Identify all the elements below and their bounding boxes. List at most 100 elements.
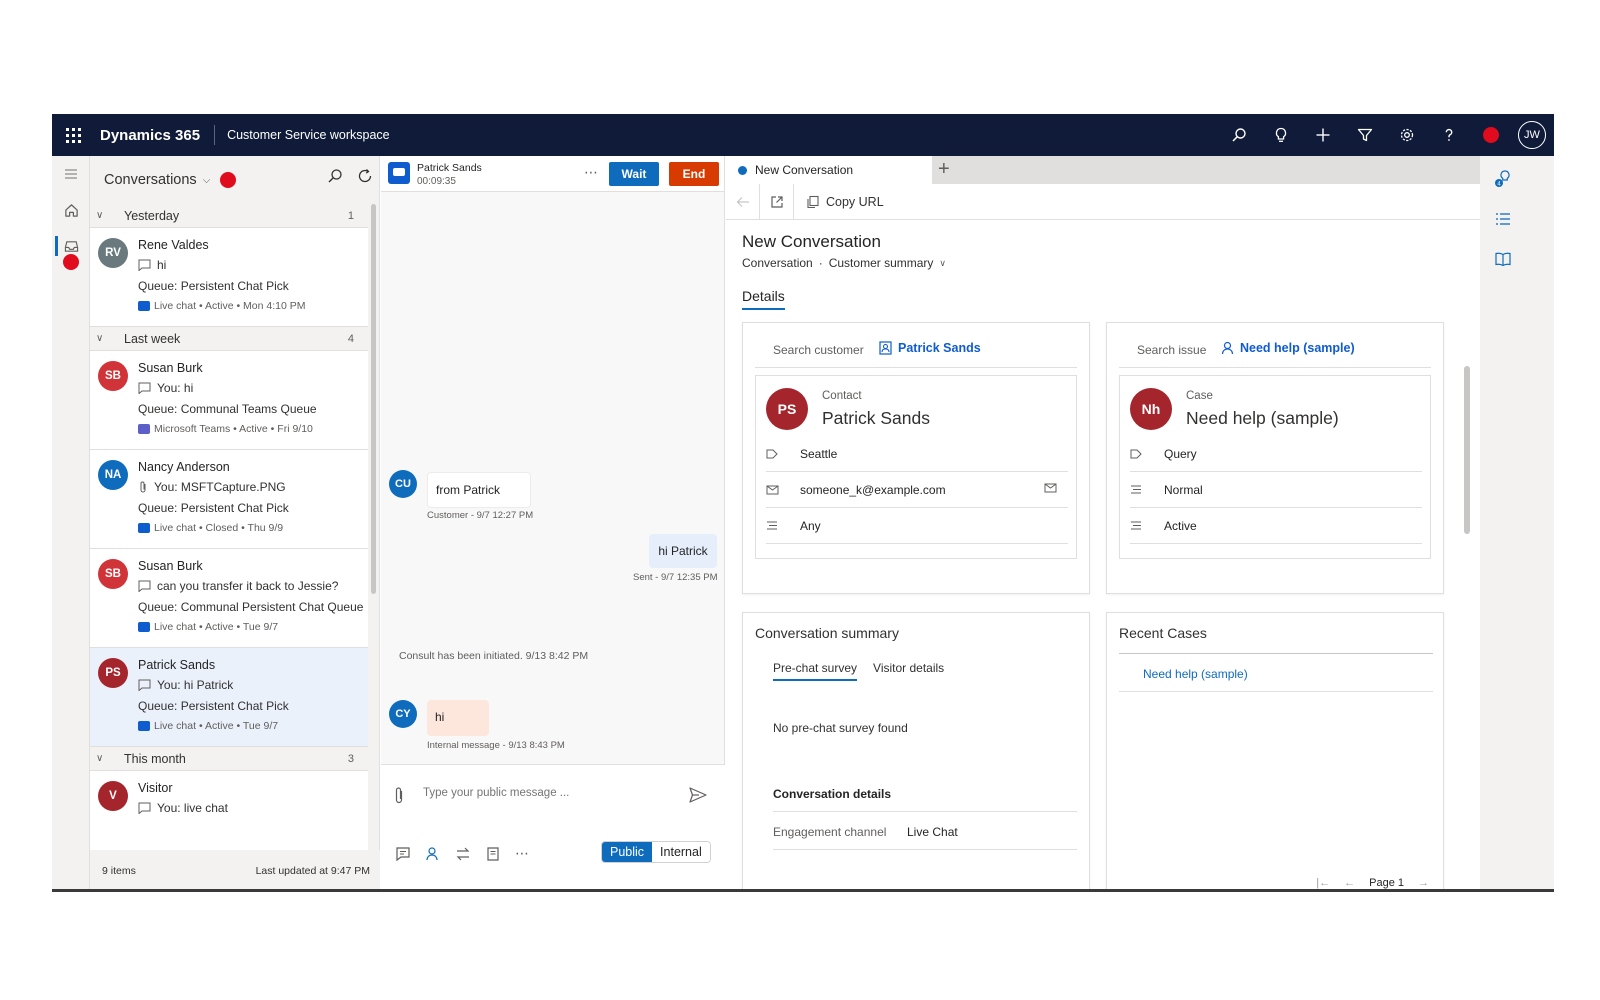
notes-icon[interactable] xyxy=(485,846,501,862)
email-value[interactable]: someone_k@example.com xyxy=(800,483,946,497)
issue-lookup[interactable]: Need help (sample) xyxy=(1221,341,1355,355)
live-chat-icon xyxy=(138,301,150,311)
send-email-icon[interactable] xyxy=(1044,482,1058,497)
brand-title[interactable]: Dynamics 365 xyxy=(100,127,200,144)
lightbulb-button[interactable] xyxy=(1260,114,1302,156)
open-in-new-window-button[interactable] xyxy=(760,183,794,220)
presence-status-button[interactable] xyxy=(1470,114,1512,156)
filter-button[interactable] xyxy=(1344,114,1386,156)
tab-new-conversation[interactable]: New Conversation xyxy=(726,156,932,184)
group-header-yesterday[interactable]: ∨ Yesterday 1 xyxy=(90,204,368,228)
home-button[interactable] xyxy=(52,192,90,228)
transfer-icon[interactable] xyxy=(455,846,471,862)
group-header-last-week[interactable]: ∨ Last week 4 xyxy=(90,327,368,351)
attach-icon[interactable] xyxy=(393,787,405,805)
compose-toolbar: ⋯ xyxy=(395,845,530,862)
conversation-last-message: hi xyxy=(138,258,166,272)
conversation-item-selected[interactable]: PS Patrick Sands You: hi Patrick Queue: … xyxy=(90,648,368,747)
menu-toggle-button[interactable] xyxy=(52,156,90,192)
more-tools-icon[interactable]: ⋯ xyxy=(515,845,530,862)
conversation-item[interactable]: NA Nancy Anderson You: MSFTCapture.PNG Q… xyxy=(90,450,368,549)
conversation-item[interactable]: SB Susan Burk You: hi Queue: Communal Te… xyxy=(90,351,368,450)
presence-busy-icon xyxy=(1483,127,1499,143)
productivity-pane-button[interactable] xyxy=(1490,206,1516,232)
knowledge-search-button[interactable] xyxy=(1490,246,1516,272)
search-icon[interactable] xyxy=(327,168,343,184)
conversation-item[interactable]: V Visitor You: live chat xyxy=(90,771,368,850)
tab-details[interactable]: Details xyxy=(742,288,785,310)
entity-name: Conversation xyxy=(742,256,813,270)
conversations-title[interactable]: Conversations xyxy=(104,172,197,188)
message-input[interactable] xyxy=(423,787,673,799)
case-record[interactable]: Nh Case Need help (sample) Query Normal … xyxy=(1119,375,1431,559)
live-chat-icon xyxy=(138,523,150,533)
divider xyxy=(773,849,1077,850)
record-row-city: Seattle xyxy=(766,436,1068,472)
consult-icon[interactable] xyxy=(425,846,441,862)
card-divider xyxy=(755,367,1077,368)
tab-status-icon xyxy=(738,165,747,175)
customer-avatar: CU xyxy=(389,470,417,498)
card-title: Conversation summary xyxy=(755,625,899,641)
chevron-down-icon[interactable]: ∨ xyxy=(939,258,946,269)
conversation-item[interactable]: SB Susan Burk can you transfer it back t… xyxy=(90,549,368,648)
form-selector[interactable]: Customer summary xyxy=(829,256,934,270)
new-button[interactable] xyxy=(1302,114,1344,156)
app-launcher-button[interactable] xyxy=(52,114,94,156)
empty-survey-message: No pre-chat survey found xyxy=(773,721,908,735)
more-options-icon[interactable]: ⋯ xyxy=(584,164,599,181)
conversation-summary-card: Conversation summary Pre-chat survey Vis… xyxy=(742,612,1090,889)
record-name[interactable]: Need help (sample) xyxy=(1186,408,1339,429)
search-button[interactable] xyxy=(1218,114,1260,156)
form-scrollbar[interactable] xyxy=(1464,366,1470,534)
customer-lookup[interactable]: Patrick Sands xyxy=(879,341,981,355)
copy-url-button[interactable]: Copy URL xyxy=(794,195,884,209)
contact-record[interactable]: PS Contact Patrick Sands Seattle someone… xyxy=(755,375,1077,559)
recent-case-link[interactable]: Need help (sample) xyxy=(1143,667,1248,681)
settings-button[interactable] xyxy=(1386,114,1428,156)
list-icon xyxy=(1130,484,1164,495)
checklist-icon xyxy=(1496,213,1510,225)
record-type: Contact xyxy=(822,390,862,402)
help-button[interactable] xyxy=(1428,114,1470,156)
conversation-name: Nancy Anderson xyxy=(138,460,230,474)
add-tab-icon[interactable]: + xyxy=(938,158,950,181)
chevron-down-icon[interactable]: ⌵ xyxy=(203,175,211,186)
home-icon xyxy=(64,203,78,217)
conversation-item[interactable]: RV Rene Valdes hi Queue: Persistent Chat… xyxy=(90,228,368,327)
back-button[interactable] xyxy=(726,183,760,220)
card-title: Recent Cases xyxy=(1119,625,1207,641)
chat-bubble-icon xyxy=(138,382,151,394)
group-header-this-month[interactable]: ∨ This month 3 xyxy=(90,747,368,771)
record-name[interactable]: Patrick Sands xyxy=(822,408,930,429)
public-toggle-option[interactable]: Public xyxy=(602,842,653,862)
list-icon xyxy=(1130,520,1164,531)
next-page-icon[interactable]: → xyxy=(1418,877,1429,889)
filter-icon xyxy=(1357,128,1373,142)
internal-message: hi xyxy=(427,700,489,736)
search-customer-label: Search customer xyxy=(773,343,864,357)
conversation-list-scrollbar[interactable] xyxy=(371,204,376,594)
page-number: Page 1 xyxy=(1369,877,1404,889)
quick-replies-icon[interactable] xyxy=(395,846,411,862)
internal-toggle-option[interactable]: Internal xyxy=(652,842,710,862)
top-navigation-bar: Dynamics 365 Customer Service workspace xyxy=(52,114,1554,156)
refresh-icon[interactable] xyxy=(357,168,373,184)
case-icon xyxy=(1221,341,1234,355)
presence-busy-icon xyxy=(220,172,237,188)
left-rail xyxy=(52,156,90,889)
group-count: 1 xyxy=(347,209,354,222)
previous-page-icon[interactable]: ← xyxy=(1344,877,1355,889)
tab-visitor-details[interactable]: Visitor details xyxy=(873,661,944,681)
divider xyxy=(1119,691,1433,692)
user-avatar[interactable]: JW xyxy=(1518,121,1546,149)
send-icon[interactable] xyxy=(689,787,707,803)
public-internal-toggle[interactable]: Public Internal xyxy=(601,841,711,863)
waffle-icon xyxy=(65,127,81,143)
smart-assist-button[interactable]: 4 xyxy=(1490,166,1516,192)
wait-button[interactable]: Wait xyxy=(609,162,659,186)
conversation-list[interactable]: ∨ Yesterday 1 RV Rene Valdes hi Queue: P… xyxy=(90,204,368,850)
first-page-icon[interactable]: |← xyxy=(1316,877,1330,889)
tab-pre-chat-survey[interactable]: Pre-chat survey xyxy=(773,661,858,681)
end-button[interactable]: End xyxy=(669,162,719,186)
